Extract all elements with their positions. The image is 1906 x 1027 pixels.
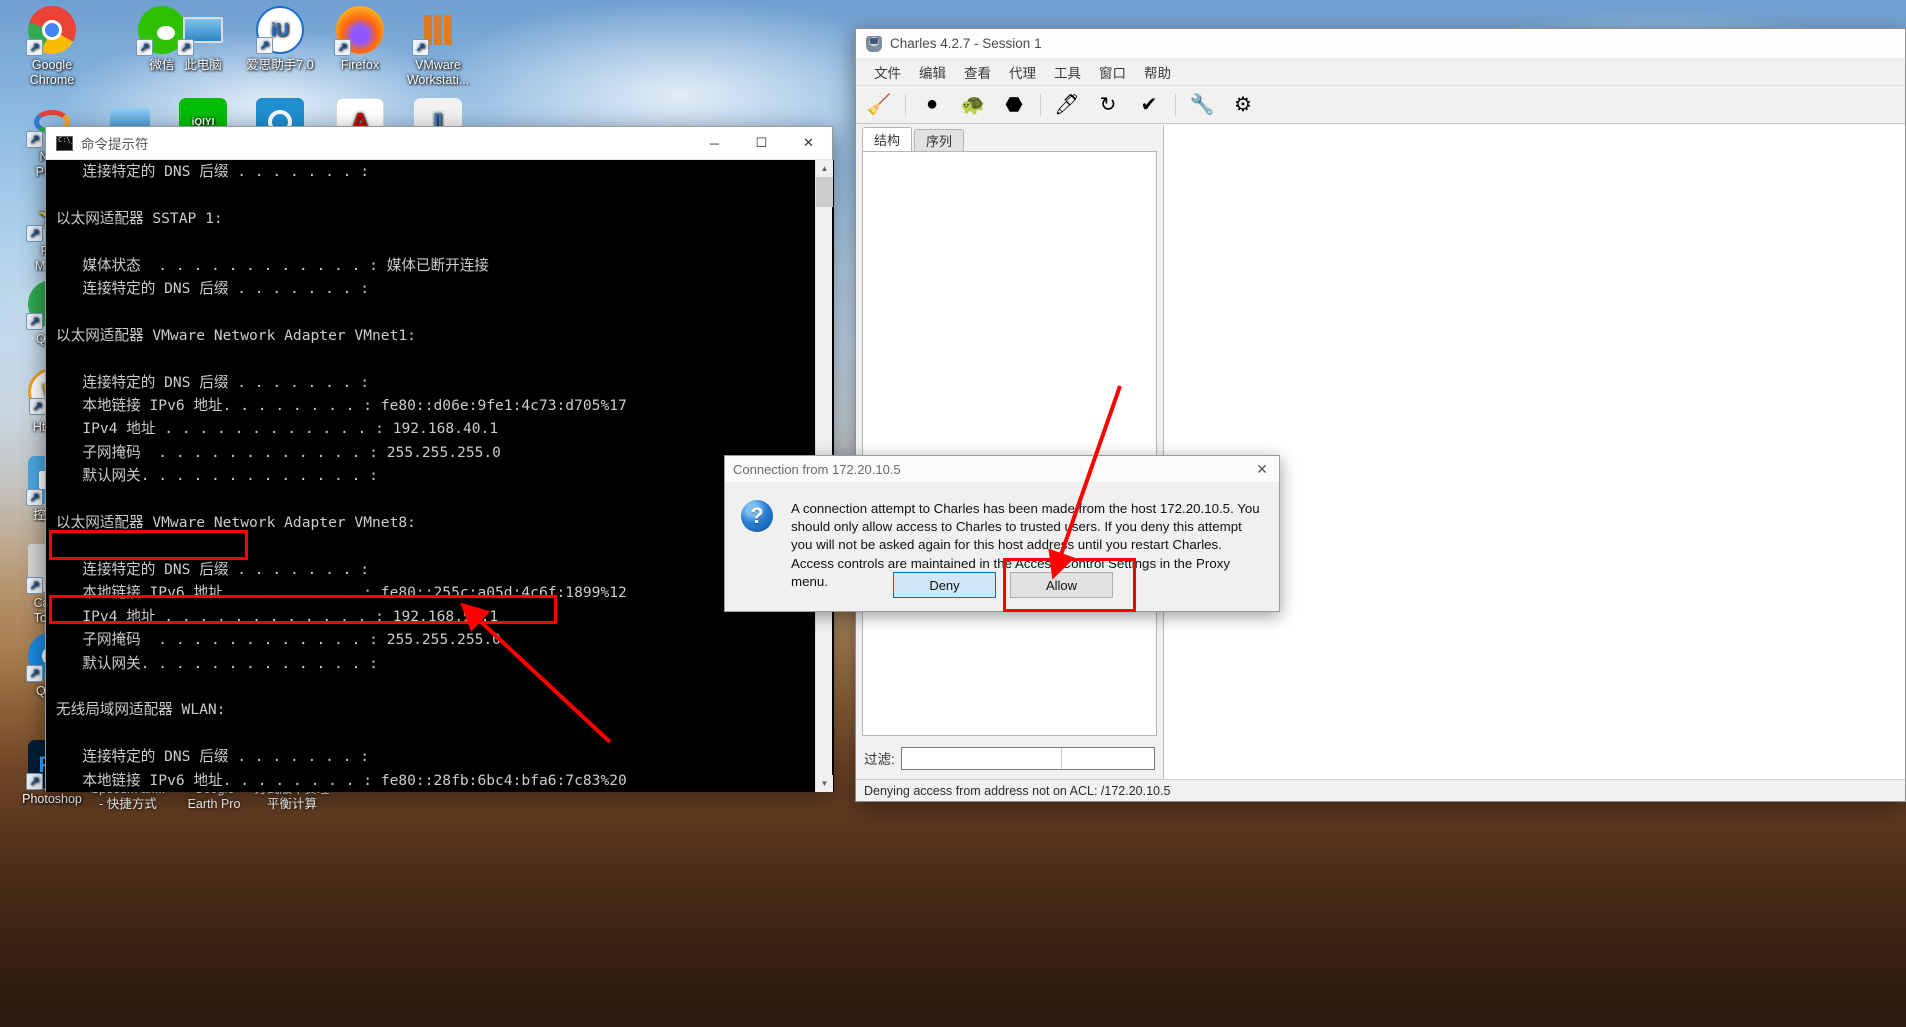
cmd-window-title: 命令提示符 [81,137,149,152]
this-pc-icon [177,6,227,56]
charles-toolbar[interactable]: 🧹 ● 🐢 ⬣ 🖊 ↻ ✔ 🔧 ⚙ [856,86,1905,124]
permission-dialog-buttons: Deny Allow [725,572,1281,598]
allow-button[interactable]: Allow [1010,572,1113,598]
tools-icon[interactable]: 🔧 [1187,90,1217,120]
desktop-icon-label: Google Chrome [29,58,75,87]
shortcut-overlay-icon [334,39,351,56]
toolbar-separator [1175,93,1176,116]
charles-window-title: Charles 4.2.7 - Session 1 [890,36,1042,51]
charles-menu-5[interactable]: 窗口 [1090,62,1135,82]
record-icon[interactable]: ● [917,90,947,120]
shortcut-overlay-icon [177,39,194,56]
breakpoint-icon[interactable]: ⬣ [999,90,1029,120]
charles-menu-3[interactable]: 代理 [1000,62,1045,82]
cmd-minimize-button[interactable]: ─ [691,127,738,160]
toolbar-separator [1040,93,1041,116]
shortcut-overlay-icon [26,39,43,56]
shortcut-overlay-icon [256,37,273,54]
desktop-icon-chrome[interactable]: Google Chrome [4,6,100,88]
charles-menu-4[interactable]: 工具 [1045,62,1090,82]
charles-session-tree[interactable] [862,151,1157,736]
shortcut-overlay-icon [26,665,43,682]
filter-input-inner[interactable] [901,747,1062,769]
charles-status-bar: Denying access from address not on ACL: … [856,779,1905,801]
charles-status-text: Denying access from address not on ACL: … [864,783,1171,798]
charles-tab-1[interactable]: 序列 [914,129,965,151]
question-mark-icon: ? [741,500,773,532]
aisi-helper-icon: iU [256,6,304,54]
connection-permission-dialog[interactable]: Connection from 172.20.10.5 ✕ ? A connec… [724,455,1280,612]
filter-label: 过滤: [864,752,895,767]
charles-menu-2[interactable]: 查看 [955,62,1000,82]
cmd-output-area[interactable]: 连接特定的 DNS 后缀 . . . . . . . : 以太网适配器 SSTA… [46,160,834,792]
shortcut-overlay-icon [26,225,43,242]
charles-tab-0[interactable]: 结构 [862,127,913,151]
compose-icon[interactable]: 🖊 [1052,90,1082,120]
throttle-icon[interactable]: 🐢 [958,90,988,120]
settings-icon[interactable]: ⚙ [1228,90,1258,120]
shortcut-overlay-icon [412,39,429,56]
shortcut-overlay-icon [26,131,43,148]
charles-menu-bar[interactable]: 文件 编辑 查看 代理 工具 窗口 帮助 [856,59,1905,86]
cmd-close-button[interactable]: ✕ [785,127,832,160]
desktop-icon-vmware[interactable]: VMware Workstati... [390,6,486,88]
charles-tab-strip[interactable]: 结构 序列 [856,125,1163,151]
charles-menu-6[interactable]: 帮助 [1135,62,1180,82]
repeat-icon[interactable]: ↻ [1093,90,1123,120]
shortcut-overlay-icon [26,577,43,594]
deny-button[interactable]: Deny [893,572,996,598]
charles-main-area: 结构 序列 过滤: [856,125,1905,780]
validate-icon[interactable]: ✔ [1134,90,1164,120]
cmd-scroll-down-arrow[interactable]: ▼ [816,775,833,792]
charles-detail-pane[interactable] [1164,125,1905,780]
permission-dialog-title-bar[interactable]: Connection from 172.20.10.5 ✕ [725,456,1279,483]
shortcut-overlay-icon [136,39,153,56]
cmd-title-bar[interactable]: 命令提示符 ─ ☐ ✕ [46,127,832,160]
command-prompt-window[interactable]: 命令提示符 ─ ☐ ✕ 连接特定的 DNS 后缀 . . . . . . . :… [45,126,834,792]
charles-app-icon [866,35,882,52]
cmd-scrollbar-thumb[interactable] [816,177,833,207]
permission-dialog-title: Connection from 172.20.10.5 [733,461,901,477]
charles-window[interactable]: Charles 4.2.7 - Session 1 文件 编辑 查看 代理 工具 窗口 帮助… [855,28,1906,802]
charles-title-bar[interactable]: Charles 4.2.7 - Session 1 [856,29,1905,59]
shortcut-overlay-icon [26,773,43,790]
shortcut-overlay-icon [26,313,43,330]
firefox-icon [334,6,384,56]
filter-input[interactable] [900,746,1155,770]
cmd-maximize-button[interactable]: ☐ [738,127,785,160]
charles-menu-0[interactable]: 文件 [865,62,910,82]
clear-icon[interactable]: 🧹 [864,90,894,120]
toolbar-separator [905,93,906,116]
vmware-icon [412,6,462,56]
cmd-app-icon [56,135,75,151]
permission-dialog-close-button[interactable]: ✕ [1245,456,1279,483]
shortcut-overlay-icon [26,489,43,506]
cmd-output-text: 连接特定的 DNS 后缀 . . . . . . . : 以太网适配器 SSTA… [56,163,627,789]
desktop-icon-label: VMware Workstati... [406,58,470,87]
cmd-scroll-up-arrow[interactable]: ▲ [816,160,833,177]
shortcut-overlay-icon [29,398,46,415]
charles-filter-row[interactable]: 过滤: [856,736,1163,780]
charles-menu-1[interactable]: 编辑 [910,62,955,82]
charles-left-pane: 结构 序列 过滤: [856,125,1164,780]
chrome-icon [26,6,76,56]
